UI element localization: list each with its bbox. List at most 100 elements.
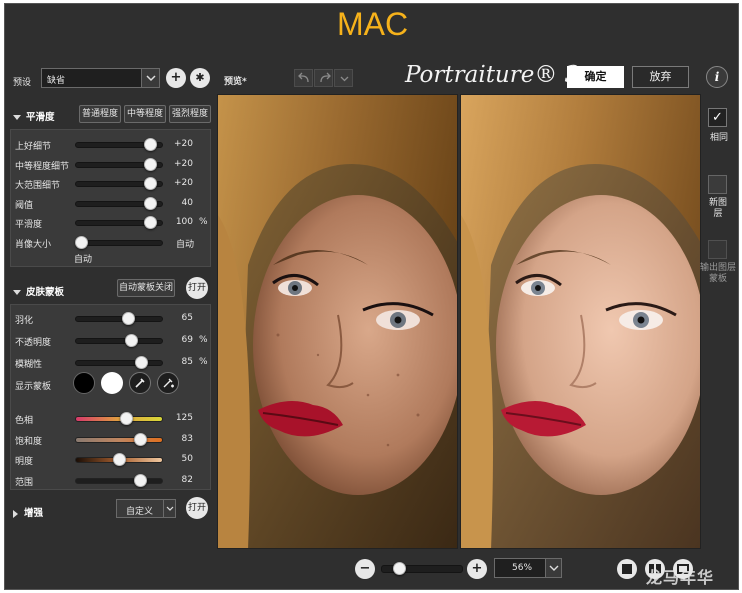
new-layer-label: 新图层 (708, 198, 727, 219)
auto-mask-button[interactable]: 自动蒙板关闭 (117, 279, 175, 297)
portrait-size-knob[interactable] (75, 235, 88, 249)
slider-label: 平滑度 (15, 220, 43, 230)
slider-knob[interactable] (120, 412, 133, 425)
single-view-button[interactable] (617, 559, 637, 579)
slider-value: 82 (181, 474, 193, 485)
medium-preset-button[interactable]: 中等程度 (124, 105, 166, 123)
enhance-mode-select[interactable]: 自定义 (116, 499, 176, 518)
slider-knob[interactable] (144, 196, 157, 210)
same-checkbox[interactable]: ✓ (708, 108, 727, 127)
slider-knob[interactable] (124, 334, 138, 347)
smoothing-panel: 上好细节 +20 中等程度细节 +20 大范围细节 +20 阈值 40 平滑度 100% 肖像大小自… (10, 129, 211, 267)
output-mask-label: 输出图层蒙板 (700, 263, 737, 284)
slider-track[interactable] (75, 436, 163, 443)
zoom-in-button[interactable]: + (467, 559, 487, 579)
slider-label: 色相 (15, 416, 34, 426)
output-mask-checkbox[interactable] (708, 240, 727, 259)
slider-label: 饱和度 (15, 436, 43, 447)
slider-label: 阈值 (15, 200, 34, 211)
collapse-triangle-icon (13, 115, 21, 120)
slider-value: 100 (175, 217, 193, 227)
redo-icon[interactable] (314, 69, 333, 87)
slider-knob[interactable] (121, 312, 135, 325)
preset-settings-button[interactable]: ✱ (190, 68, 210, 88)
portrait-size-sub-label: 自动 (74, 254, 93, 265)
slider-knob[interactable] (144, 177, 157, 190)
slider-unit: % (199, 335, 208, 345)
normal-preset-button[interactable]: 普通程度 (79, 105, 121, 123)
info-button[interactable]: i (706, 66, 728, 88)
slider-knob[interactable] (112, 453, 126, 466)
window-title: MAC (336, 6, 409, 42)
zoom-slider[interactable] (381, 562, 463, 575)
slider-knob[interactable] (144, 138, 157, 151)
slider-track[interactable] (75, 338, 163, 344)
add-preset-button[interactable]: + (166, 68, 186, 88)
preset-value: 缺省 (47, 76, 66, 86)
eyedropper-button[interactable] (129, 372, 151, 394)
portrait-size-label: 肖像大小 (15, 239, 52, 250)
slider-label: 大范围细节 (15, 181, 61, 191)
eyedropper-plus-icon (163, 378, 174, 388)
slider-value: +20 (174, 158, 193, 169)
slider-value: 85 (181, 357, 193, 367)
skin-mask-open-button[interactable]: 打开 (186, 277, 208, 299)
original-preview-image[interactable] (217, 94, 458, 549)
slider-label: 不透明度 (15, 338, 52, 348)
slider-track[interactable] (75, 416, 163, 422)
result-preview-image[interactable] (460, 94, 701, 549)
eyedropper-plus-button[interactable] (157, 372, 179, 394)
eyedropper-icon (135, 378, 145, 388)
portrait-size-track[interactable] (75, 239, 163, 246)
chevron-down-icon[interactable] (141, 69, 159, 87)
watermark-text: 龙马年华 (646, 568, 715, 587)
slider-unit: % (199, 357, 208, 367)
slider-value: 65 (181, 313, 193, 323)
cancel-button[interactable]: 放弃 (632, 66, 689, 88)
slider-value: 40 (181, 197, 193, 208)
zoom-slider-knob[interactable] (393, 562, 407, 575)
slider-value: 83 (181, 433, 193, 444)
preview-label: 预览* (224, 77, 247, 87)
slider-value: +20 (174, 139, 193, 149)
slider-track[interactable] (75, 360, 163, 366)
slider-knob[interactable] (133, 473, 147, 487)
enhance-open-button[interactable]: 打开 (186, 497, 208, 519)
new-layer-checkbox[interactable] (708, 175, 727, 194)
slider-knob[interactable] (133, 432, 147, 446)
slider-label: 明度 (15, 457, 34, 467)
zoom-out-button[interactable]: − (355, 559, 375, 579)
history-controls (294, 69, 354, 87)
slider-knob[interactable] (144, 157, 157, 171)
skin-mask-panel: 羽化 65 不透明度 69% 模糊性 85% 显示蒙板 色相 125 饱和度 83 明度 50 范围 8… (10, 304, 211, 490)
app-logo: Portraiture® 3 (405, 62, 580, 88)
plus-icon: + (471, 561, 483, 576)
undo-icon[interactable] (294, 69, 313, 87)
slider-track[interactable] (75, 316, 163, 322)
smoothing-header[interactable]: 平滑度 (13, 109, 55, 123)
chevron-down-icon (545, 559, 561, 577)
slider-label: 羽化 (15, 316, 34, 326)
show-mask-label: 显示蒙板 (15, 382, 52, 392)
strong-preset-button[interactable]: 强烈程度 (169, 105, 211, 123)
zoom-value: 56% (512, 563, 533, 573)
ok-button[interactable]: 确定 (567, 66, 624, 88)
plus-icon: + (170, 70, 182, 85)
enhance-header[interactable]: 增强 (13, 505, 43, 519)
expand-triangle-icon (13, 509, 18, 518)
preset-label: 预设 (13, 78, 32, 88)
slider-label: 中等程度细节 (15, 161, 70, 172)
checkmark-icon: ✓ (712, 110, 723, 125)
zoom-select[interactable]: 56% (494, 558, 562, 578)
slider-unit: % (199, 217, 208, 227)
slider-track[interactable] (75, 477, 163, 484)
slider-knob[interactable] (135, 356, 148, 369)
black-swatch[interactable] (73, 372, 95, 394)
white-swatch[interactable] (101, 372, 123, 394)
slider-knob[interactable] (144, 216, 157, 229)
history-menu-icon[interactable] (334, 69, 353, 87)
collapse-triangle-icon (13, 290, 21, 295)
skin-mask-header[interactable]: 皮肤蒙板 (13, 284, 64, 298)
preset-select[interactable]: 缺省 (41, 68, 160, 88)
slider-value: 50 (181, 454, 193, 464)
